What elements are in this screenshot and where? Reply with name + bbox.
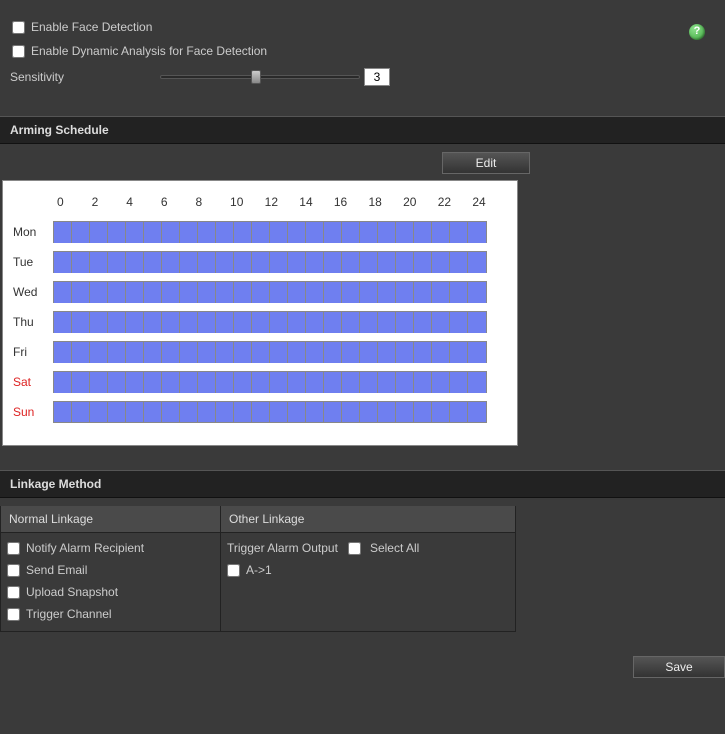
day-label: Wed (13, 285, 53, 299)
linkage-label: Trigger Channel (26, 607, 112, 621)
linkage-label: Send Email (26, 563, 87, 577)
linkage-label: Upload Snapshot (26, 585, 118, 599)
hour-tick: 12 (265, 195, 300, 209)
hour-tick: 24 (472, 195, 507, 209)
enable-dynamic-checkbox[interactable] (12, 45, 25, 58)
hour-tick: 8 (195, 195, 230, 209)
hour-tick: 20 (403, 195, 438, 209)
normal-linkage-header: Normal Linkage (1, 506, 220, 533)
linkage-checkbox[interactable] (7, 542, 20, 555)
hour-tick: 6 (161, 195, 196, 209)
help-icon[interactable]: ? (689, 24, 705, 40)
save-button[interactable]: Save (633, 656, 725, 678)
hour-tick: 18 (368, 195, 403, 209)
linkage-checkbox[interactable] (7, 564, 20, 577)
linkage-checkbox[interactable] (7, 608, 20, 621)
linkage-method-header: Linkage Method (0, 470, 725, 498)
output-checkbox[interactable] (227, 564, 240, 577)
schedule-grid: 024681012141618202224 MonTueWedThuFriSat… (2, 180, 518, 446)
sensitivity-label: Sensitivity (10, 70, 160, 84)
schedule-bar[interactable] (53, 401, 487, 423)
hour-tick: 22 (438, 195, 473, 209)
enable-face-checkbox[interactable] (12, 21, 25, 34)
enable-dynamic-label: Enable Dynamic Analysis for Face Detecti… (31, 44, 267, 58)
select-all-checkbox[interactable] (348, 542, 361, 555)
schedule-bar[interactable] (53, 221, 487, 243)
hour-tick: 16 (334, 195, 369, 209)
day-label: Fri (13, 345, 53, 359)
linkage-checkbox[interactable] (7, 586, 20, 599)
schedule-bar[interactable] (53, 251, 487, 273)
day-label: Mon (13, 225, 53, 239)
day-label: Thu (13, 315, 53, 329)
sensitivity-slider[interactable] (160, 69, 360, 85)
hour-tick: 14 (299, 195, 334, 209)
enable-face-label: Enable Face Detection (31, 20, 152, 34)
hour-tick: 2 (92, 195, 127, 209)
hour-tick: 0 (57, 195, 92, 209)
day-label: Sun (13, 405, 53, 419)
edit-button[interactable]: Edit (442, 152, 530, 174)
schedule-bar[interactable] (53, 371, 487, 393)
schedule-bar[interactable] (53, 281, 487, 303)
trigger-alarm-output-label: Trigger Alarm Output (227, 541, 338, 555)
arming-schedule-header: Arming Schedule (0, 116, 725, 144)
sensitivity-value[interactable] (364, 68, 390, 86)
schedule-bar[interactable] (53, 311, 487, 333)
schedule-bar[interactable] (53, 341, 487, 363)
hour-tick: 4 (126, 195, 161, 209)
other-linkage-header: Other Linkage (221, 506, 515, 533)
hour-tick: 10 (230, 195, 265, 209)
select-all-label: Select All (370, 541, 419, 555)
day-label: Sat (13, 375, 53, 389)
output-label: A->1 (246, 563, 272, 577)
day-label: Tue (13, 255, 53, 269)
linkage-label: Notify Alarm Recipient (26, 541, 144, 555)
